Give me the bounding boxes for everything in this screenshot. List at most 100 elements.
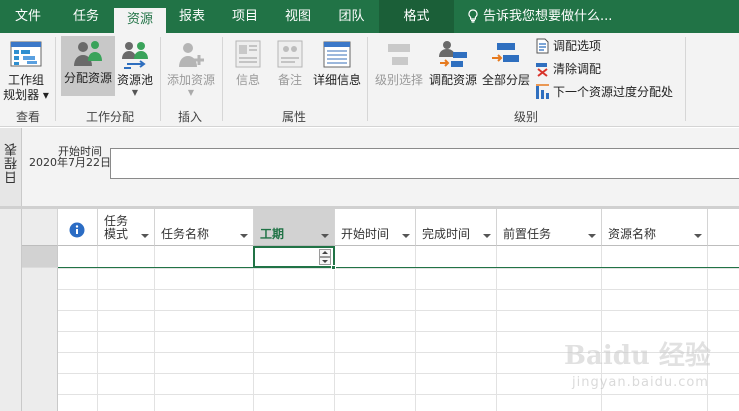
- tell-me-text: 告诉我您想要做什么...: [483, 9, 613, 24]
- col-header-resource-names[interactable]: 资源名称: [602, 209, 708, 246]
- next-overallocation-icon: [536, 84, 549, 99]
- information-label: 信息: [235, 73, 260, 87]
- tab-resource[interactable]: 资源: [114, 8, 166, 33]
- tab-view[interactable]: 视图: [272, 0, 324, 33]
- row-header[interactable]: [22, 246, 58, 268]
- tab-file[interactable]: 文件: [0, 0, 56, 33]
- grid-line: [253, 246, 254, 411]
- select-all-corner[interactable]: [22, 209, 58, 246]
- group-separator: [160, 37, 161, 121]
- col-header-task-mode-label: 任务 模式: [104, 214, 129, 241]
- level-resource-button[interactable]: 调配资源: [427, 39, 479, 88]
- grid-line: [601, 246, 602, 411]
- grid-line: [58, 268, 739, 269]
- details-label: 详细信息: [312, 73, 361, 87]
- tell-me-box[interactable]: 告诉我您想要做什么...: [467, 0, 612, 33]
- col-header-start-label: 开始时间: [341, 227, 390, 241]
- col-header-finish[interactable]: 完成时间: [416, 209, 497, 246]
- level-selection-label: 级别选择: [374, 73, 423, 87]
- active-row-outline: [58, 246, 739, 268]
- col-header-start[interactable]: 开始时间: [335, 209, 416, 246]
- tab-task[interactable]: 任务: [58, 0, 114, 33]
- filter-dropdown-icon[interactable]: [141, 234, 149, 238]
- col-header-duration[interactable]: 工期: [254, 209, 335, 246]
- filter-dropdown-icon[interactable]: [240, 234, 248, 238]
- add-resources-chevron-down-icon: ▼: [187, 88, 195, 97]
- grid-line: [154, 246, 155, 411]
- team-planner-icon: [10, 41, 42, 67]
- notes-label: 备注: [277, 73, 302, 87]
- col-header-predecessors[interactable]: 前置任务: [497, 209, 602, 246]
- filter-dropdown-icon[interactable]: [483, 234, 491, 238]
- col-header-task-mode[interactable]: 任务 模式: [98, 209, 155, 246]
- duration-spinner[interactable]: [319, 249, 331, 265]
- col-header-indicators[interactable]: [58, 209, 98, 246]
- resource-pool-label: 资源池: [116, 73, 153, 87]
- ribbon-tab-bar: 文件 任务 资源 报表 项目 视图 团队 格式 告诉我您想要做什么...: [0, 0, 739, 33]
- add-resources-label: 添加资源: [166, 73, 215, 87]
- level-resource-icon: [439, 41, 467, 67]
- assign-resources-icon: [74, 41, 102, 66]
- filter-dropdown-icon[interactable]: [321, 234, 329, 238]
- group-label-view: 查看: [15, 110, 40, 124]
- filter-dropdown-icon[interactable]: [694, 234, 702, 238]
- next-overallocation-label: 下一个资源过度分配处: [553, 85, 674, 99]
- information-button[interactable]: 信息: [228, 39, 268, 88]
- leveling-options-button[interactable]: 调配选项: [535, 37, 601, 55]
- col-header-finish-label: 完成时间: [422, 227, 471, 241]
- duration-cell-editor[interactable]: [253, 246, 335, 268]
- group-label-properties: 属性: [281, 110, 306, 124]
- leveling-options-icon: [536, 38, 549, 54]
- view-bar: [0, 209, 22, 411]
- tab-team[interactable]: 团队: [324, 0, 379, 33]
- grid-line: [58, 394, 739, 395]
- details-button[interactable]: 详细信息: [311, 39, 363, 88]
- col-header-task-name[interactable]: 任务名称: [155, 209, 254, 246]
- tab-format[interactable]: 格式: [379, 0, 454, 33]
- col-header-add-new[interactable]: [708, 209, 739, 246]
- next-overallocation-button[interactable]: 下一个资源过度分配处: [535, 83, 673, 101]
- col-header-resource-names-label: 资源名称: [608, 227, 657, 241]
- grid-line: [707, 246, 708, 411]
- notes-icon: [277, 40, 303, 68]
- level-resource-label: 调配资源: [428, 73, 477, 87]
- add-resources-button[interactable]: 添加资源 ▼: [164, 39, 218, 98]
- level-selection-icon: [388, 44, 410, 65]
- grid-line: [415, 246, 416, 411]
- resource-pool-chevron-down-icon: ▼: [131, 88, 139, 97]
- tab-report[interactable]: 报表: [166, 0, 218, 33]
- timeline-bar[interactable]: [110, 148, 739, 179]
- grid-line: [58, 310, 739, 311]
- group-label-assignments: 工作分配: [85, 110, 134, 124]
- level-all-icon: [492, 43, 519, 62]
- col-header-duration-label: 工期: [260, 227, 285, 241]
- info-icon: [69, 222, 85, 238]
- information-icon: [235, 40, 261, 68]
- group-separator: [55, 37, 56, 121]
- notes-button[interactable]: 备注: [270, 39, 310, 88]
- assign-resources-button[interactable]: 分配资源: [61, 36, 115, 96]
- grid-line: [58, 331, 739, 332]
- grid-line: [334, 246, 335, 411]
- tab-project[interactable]: 项目: [218, 0, 272, 33]
- timeline-side-tab[interactable]: 日程表: [0, 128, 22, 206]
- clear-leveling-button[interactable]: 清除调配: [535, 60, 601, 78]
- timeline-start-date: 2020年7月22日: [29, 156, 111, 169]
- timeline-pane: 日程表 开始时间 2020年7月22日: [0, 128, 739, 206]
- task-grid: 任务 模式 任务名称 工期 开始时间 完成时间 前置任务 资源名称: [0, 209, 739, 411]
- filter-dropdown-icon[interactable]: [588, 234, 596, 238]
- fill-handle[interactable]: [331, 265, 336, 270]
- spinner-down-icon[interactable]: [319, 257, 331, 265]
- clear-leveling-label: 清除调配: [553, 62, 602, 76]
- resource-pool-icon: [122, 42, 148, 69]
- group-label-level: 级别: [513, 110, 538, 124]
- level-all-button[interactable]: 全部分层: [480, 39, 532, 88]
- team-planner-button[interactable]: 工作组 规划器 ▾: [2, 39, 50, 103]
- group-separator: [367, 37, 368, 121]
- spinner-up-icon[interactable]: [319, 249, 331, 257]
- group-separator: [685, 37, 686, 121]
- filter-dropdown-icon[interactable]: [402, 234, 410, 238]
- resource-pool-button[interactable]: 资源池 ▼: [115, 39, 155, 98]
- level-selection-button[interactable]: 级别选择: [372, 39, 426, 88]
- group-label-insert: 插入: [177, 110, 202, 124]
